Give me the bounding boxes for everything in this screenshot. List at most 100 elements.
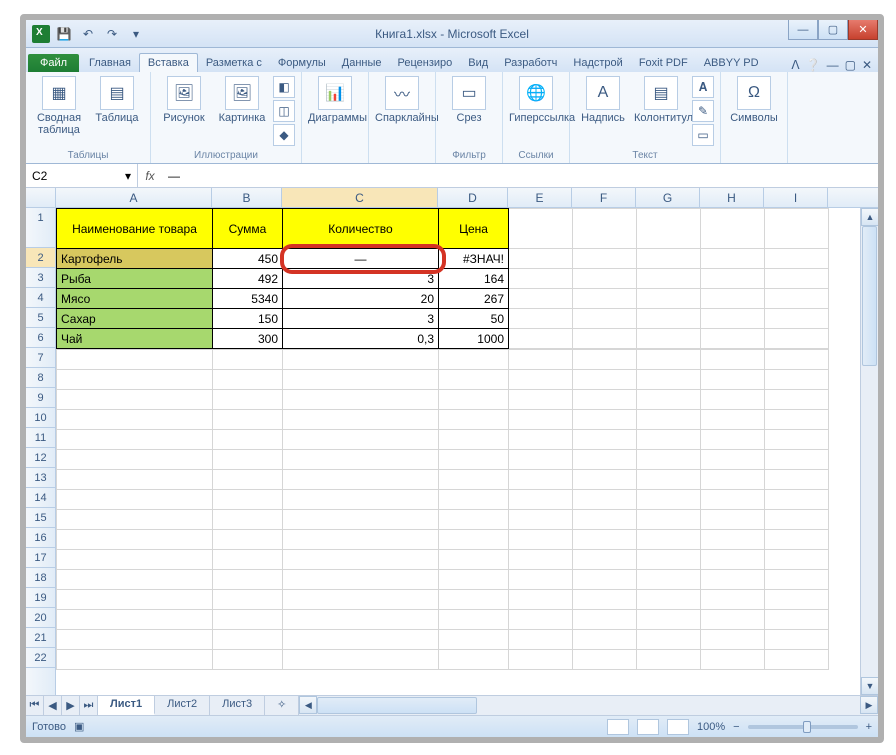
row-header-11[interactable]: 11 <box>26 428 55 448</box>
sheet-tab-2[interactable]: Лист2 <box>155 696 210 715</box>
clipart-button[interactable]: 🖼Картинка <box>215 76 269 124</box>
doc-restore-icon[interactable]: ▢ <box>845 58 856 72</box>
macro-record-icon[interactable]: ▣ <box>74 720 84 733</box>
spreadsheet-grid[interactable]: Наименование товара Сумма Количество Цен… <box>56 208 829 349</box>
row-header-19[interactable]: 19 <box>26 588 55 608</box>
object-button[interactable]: ▭ <box>692 124 714 146</box>
sheet-tab-3[interactable]: Лист3 <box>210 696 265 715</box>
tab-review[interactable]: Рецензиро <box>390 54 461 72</box>
row-header-16[interactable]: 16 <box>26 528 55 548</box>
save-button[interactable]: 💾 <box>54 24 74 44</box>
row-header-17[interactable]: 17 <box>26 548 55 568</box>
sheet-tab-1[interactable]: Лист1 <box>98 696 155 715</box>
view-normal-button[interactable] <box>607 719 629 735</box>
cell-C6[interactable]: 0,3 <box>283 329 439 349</box>
cell-B4[interactable]: 5340 <box>213 289 283 309</box>
name-box[interactable]: C2▾ <box>26 164 138 187</box>
cell-B5[interactable]: 150 <box>213 309 283 329</box>
symbols-button[interactable]: ΩСимволы <box>727 76 781 124</box>
help-icon[interactable]: ❔ <box>806 58 821 72</box>
view-layout-button[interactable] <box>637 719 659 735</box>
cell-C4[interactable]: 20 <box>283 289 439 309</box>
col-header-G[interactable]: G <box>636 188 700 207</box>
col-header-I[interactable]: I <box>764 188 828 207</box>
hyperlink-button[interactable]: 🌐Гиперссылка <box>509 76 563 124</box>
picture-button[interactable]: 🖼Рисунок <box>157 76 211 124</box>
row-header-6[interactable]: 6 <box>26 328 55 348</box>
charts-button[interactable]: 📊Диаграммы <box>308 76 362 124</box>
view-pagebreak-button[interactable] <box>667 719 689 735</box>
cell-B1[interactable]: Сумма <box>213 209 283 249</box>
tab-pagelayout[interactable]: Разметка с <box>198 54 270 72</box>
row-header-20[interactable]: 20 <box>26 608 55 628</box>
col-header-C[interactable]: C <box>282 188 438 207</box>
row-header-4[interactable]: 4 <box>26 288 55 308</box>
table-button[interactable]: ▤Таблица <box>90 76 144 124</box>
screenshot-button[interactable]: ◆ <box>273 124 295 146</box>
undo-button[interactable]: ↶ <box>78 24 98 44</box>
row-header-22[interactable]: 22 <box>26 648 55 668</box>
cell-D5[interactable]: 50 <box>439 309 509 329</box>
cell-A6[interactable]: Чай <box>57 329 213 349</box>
cell-B3[interactable]: 492 <box>213 269 283 289</box>
zoom-slider[interactable] <box>748 725 858 729</box>
tab-home[interactable]: Главная <box>81 54 139 72</box>
col-header-E[interactable]: E <box>508 188 572 207</box>
signature-button[interactable]: ✎ <box>692 100 714 122</box>
cell-D2[interactable]: #ЗНАЧ! <box>439 249 509 269</box>
maximize-button[interactable]: ▢ <box>818 20 848 40</box>
cell-C1[interactable]: Количество <box>283 209 439 249</box>
tab-developer[interactable]: Разработч <box>496 54 565 72</box>
cell-C2[interactable]: — <box>283 249 439 269</box>
col-header-B[interactable]: B <box>212 188 282 207</box>
tab-abbyy[interactable]: ABBYY PD <box>696 54 767 72</box>
scroll-up-icon[interactable]: ▲ <box>861 208 878 226</box>
col-header-H[interactable]: H <box>700 188 764 207</box>
doc-close-icon[interactable]: ✕ <box>862 58 872 72</box>
col-header-F[interactable]: F <box>572 188 636 207</box>
cell-A1[interactable]: Наименование товара <box>57 209 213 249</box>
row-header-10[interactable]: 10 <box>26 408 55 428</box>
horizontal-scrollbar[interactable]: ◀ ▶ <box>299 696 878 715</box>
row-header-3[interactable]: 3 <box>26 268 55 288</box>
smartart-button[interactable]: ◫ <box>273 100 295 122</box>
hscroll-thumb[interactable] <box>317 697 477 714</box>
zoom-out-button[interactable]: − <box>733 721 739 733</box>
scroll-right-icon[interactable]: ▶ <box>860 696 878 714</box>
row-header-14[interactable]: 14 <box>26 488 55 508</box>
sheet-nav-first[interactable]: ⏮ <box>26 696 44 715</box>
cell-C3[interactable]: 3 <box>283 269 439 289</box>
row-header-12[interactable]: 12 <box>26 448 55 468</box>
sparklines-button[interactable]: 〰Спарклайны <box>375 76 429 124</box>
cell-A5[interactable]: Сахар <box>57 309 213 329</box>
row-header-5[interactable]: 5 <box>26 308 55 328</box>
row-header-2[interactable]: 2 <box>26 248 55 268</box>
minimize-button[interactable]: — <box>788 20 818 40</box>
cell-D1[interactable]: Цена <box>439 209 509 249</box>
sheet-nav-next[interactable]: ▶ <box>62 696 80 715</box>
row-header-18[interactable]: 18 <box>26 568 55 588</box>
doc-min-icon[interactable]: — <box>827 58 839 72</box>
cell-D6[interactable]: 1000 <box>439 329 509 349</box>
chevron-down-icon[interactable]: ▾ <box>125 169 131 183</box>
col-header-A[interactable]: A <box>56 188 212 207</box>
formula-input[interactable]: — <box>162 169 878 183</box>
zoom-in-button[interactable]: + <box>866 721 872 733</box>
sheet-nav-last[interactable]: ⏭ <box>80 696 98 715</box>
row-header-15[interactable]: 15 <box>26 508 55 528</box>
vscroll-thumb[interactable] <box>862 226 877 366</box>
textbox-button[interactable]: AНадпись <box>576 76 630 124</box>
file-tab[interactable]: Файл <box>28 54 79 72</box>
cell-A2[interactable]: Картофель <box>57 249 213 269</box>
zoom-level[interactable]: 100% <box>697 721 725 733</box>
ribbon-minimize-icon[interactable]: ᐱ <box>791 58 799 72</box>
cell-A3[interactable]: Рыба <box>57 269 213 289</box>
tab-foxit[interactable]: Foxit PDF <box>631 54 696 72</box>
cell-C5[interactable]: 3 <box>283 309 439 329</box>
sheet-nav-prev[interactable]: ◀ <box>44 696 62 715</box>
fx-icon[interactable]: fx <box>138 169 162 183</box>
redo-button[interactable]: ↷ <box>102 24 122 44</box>
wordart-button[interactable]: 𝐀 <box>692 76 714 98</box>
slicer-button[interactable]: ▭Срез <box>442 76 496 124</box>
new-sheet-button[interactable]: ✧ <box>265 696 299 715</box>
